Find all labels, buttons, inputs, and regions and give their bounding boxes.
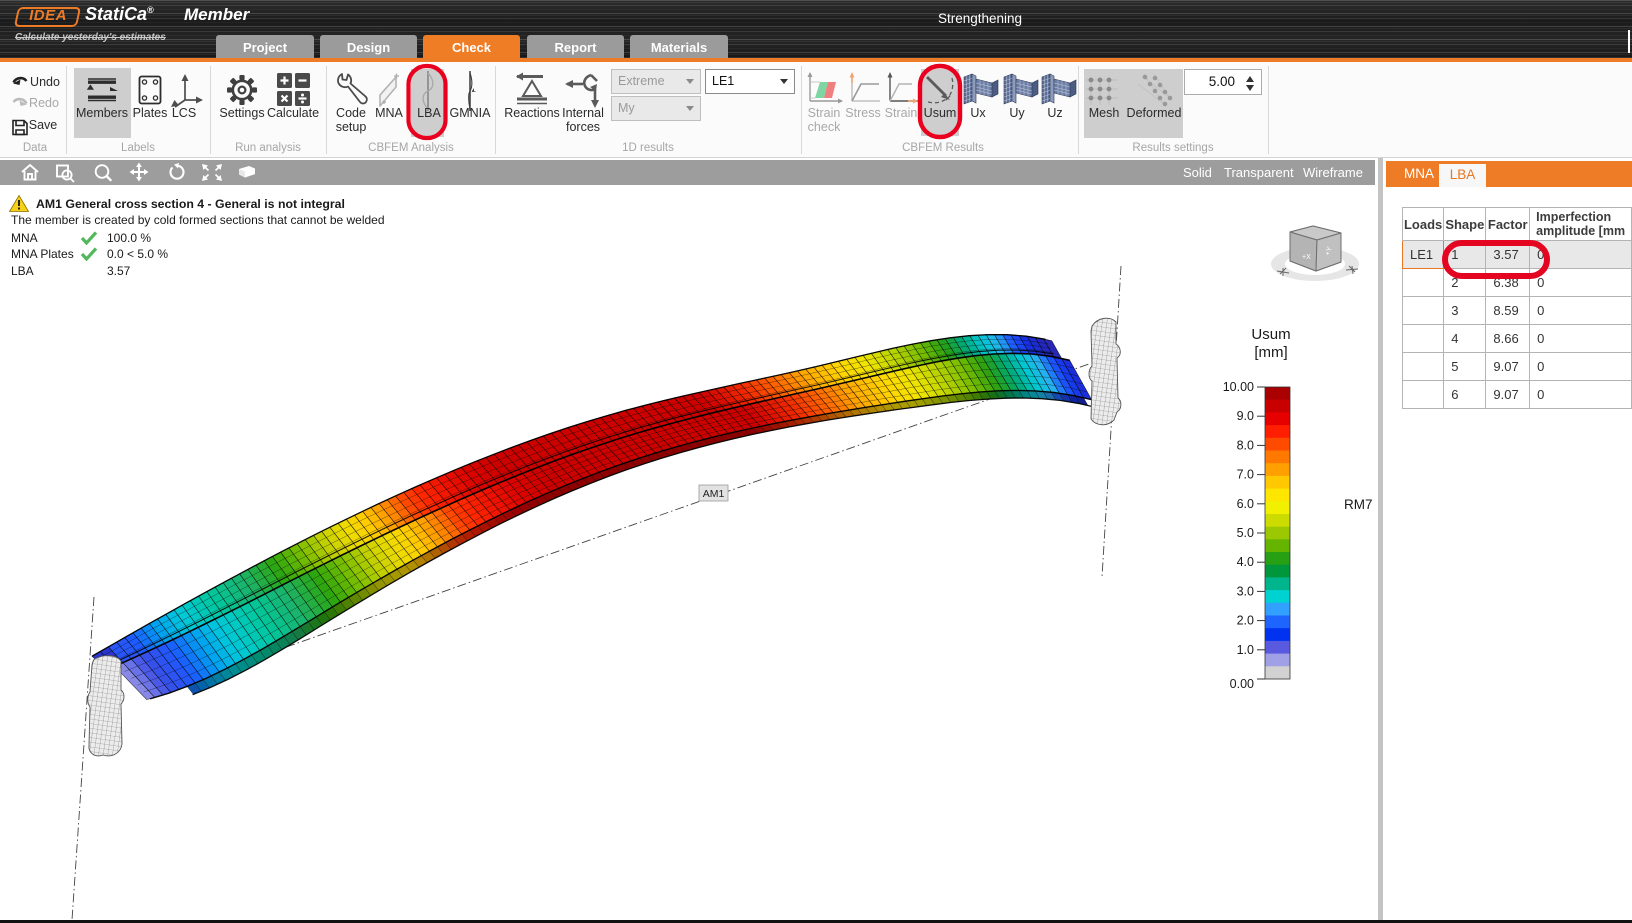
svg-text:Usum: Usum <box>1251 326 1290 343</box>
svg-text:10.00: 10.00 <box>1223 380 1254 394</box>
svg-text:0.00: 0.00 <box>1230 677 1254 691</box>
svg-text:AM1: AM1 <box>703 488 725 500</box>
svg-text:2.0: 2.0 <box>1237 614 1254 628</box>
svg-text:7.0: 7.0 <box>1237 468 1254 482</box>
svg-text:4.0: 4.0 <box>1237 555 1254 569</box>
svg-text:5.0: 5.0 <box>1237 526 1254 540</box>
svg-text:RM7: RM7 <box>1344 497 1373 512</box>
svg-text:3.0: 3.0 <box>1237 584 1254 598</box>
svg-text:9.0: 9.0 <box>1237 409 1254 423</box>
svg-text:+X: +X <box>1302 254 1311 261</box>
svg-text:6.0: 6.0 <box>1237 497 1254 511</box>
svg-text:1.0: 1.0 <box>1237 643 1254 657</box>
svg-text:[mm]: [mm] <box>1254 344 1287 361</box>
svg-text:8.0: 8.0 <box>1237 438 1254 452</box>
